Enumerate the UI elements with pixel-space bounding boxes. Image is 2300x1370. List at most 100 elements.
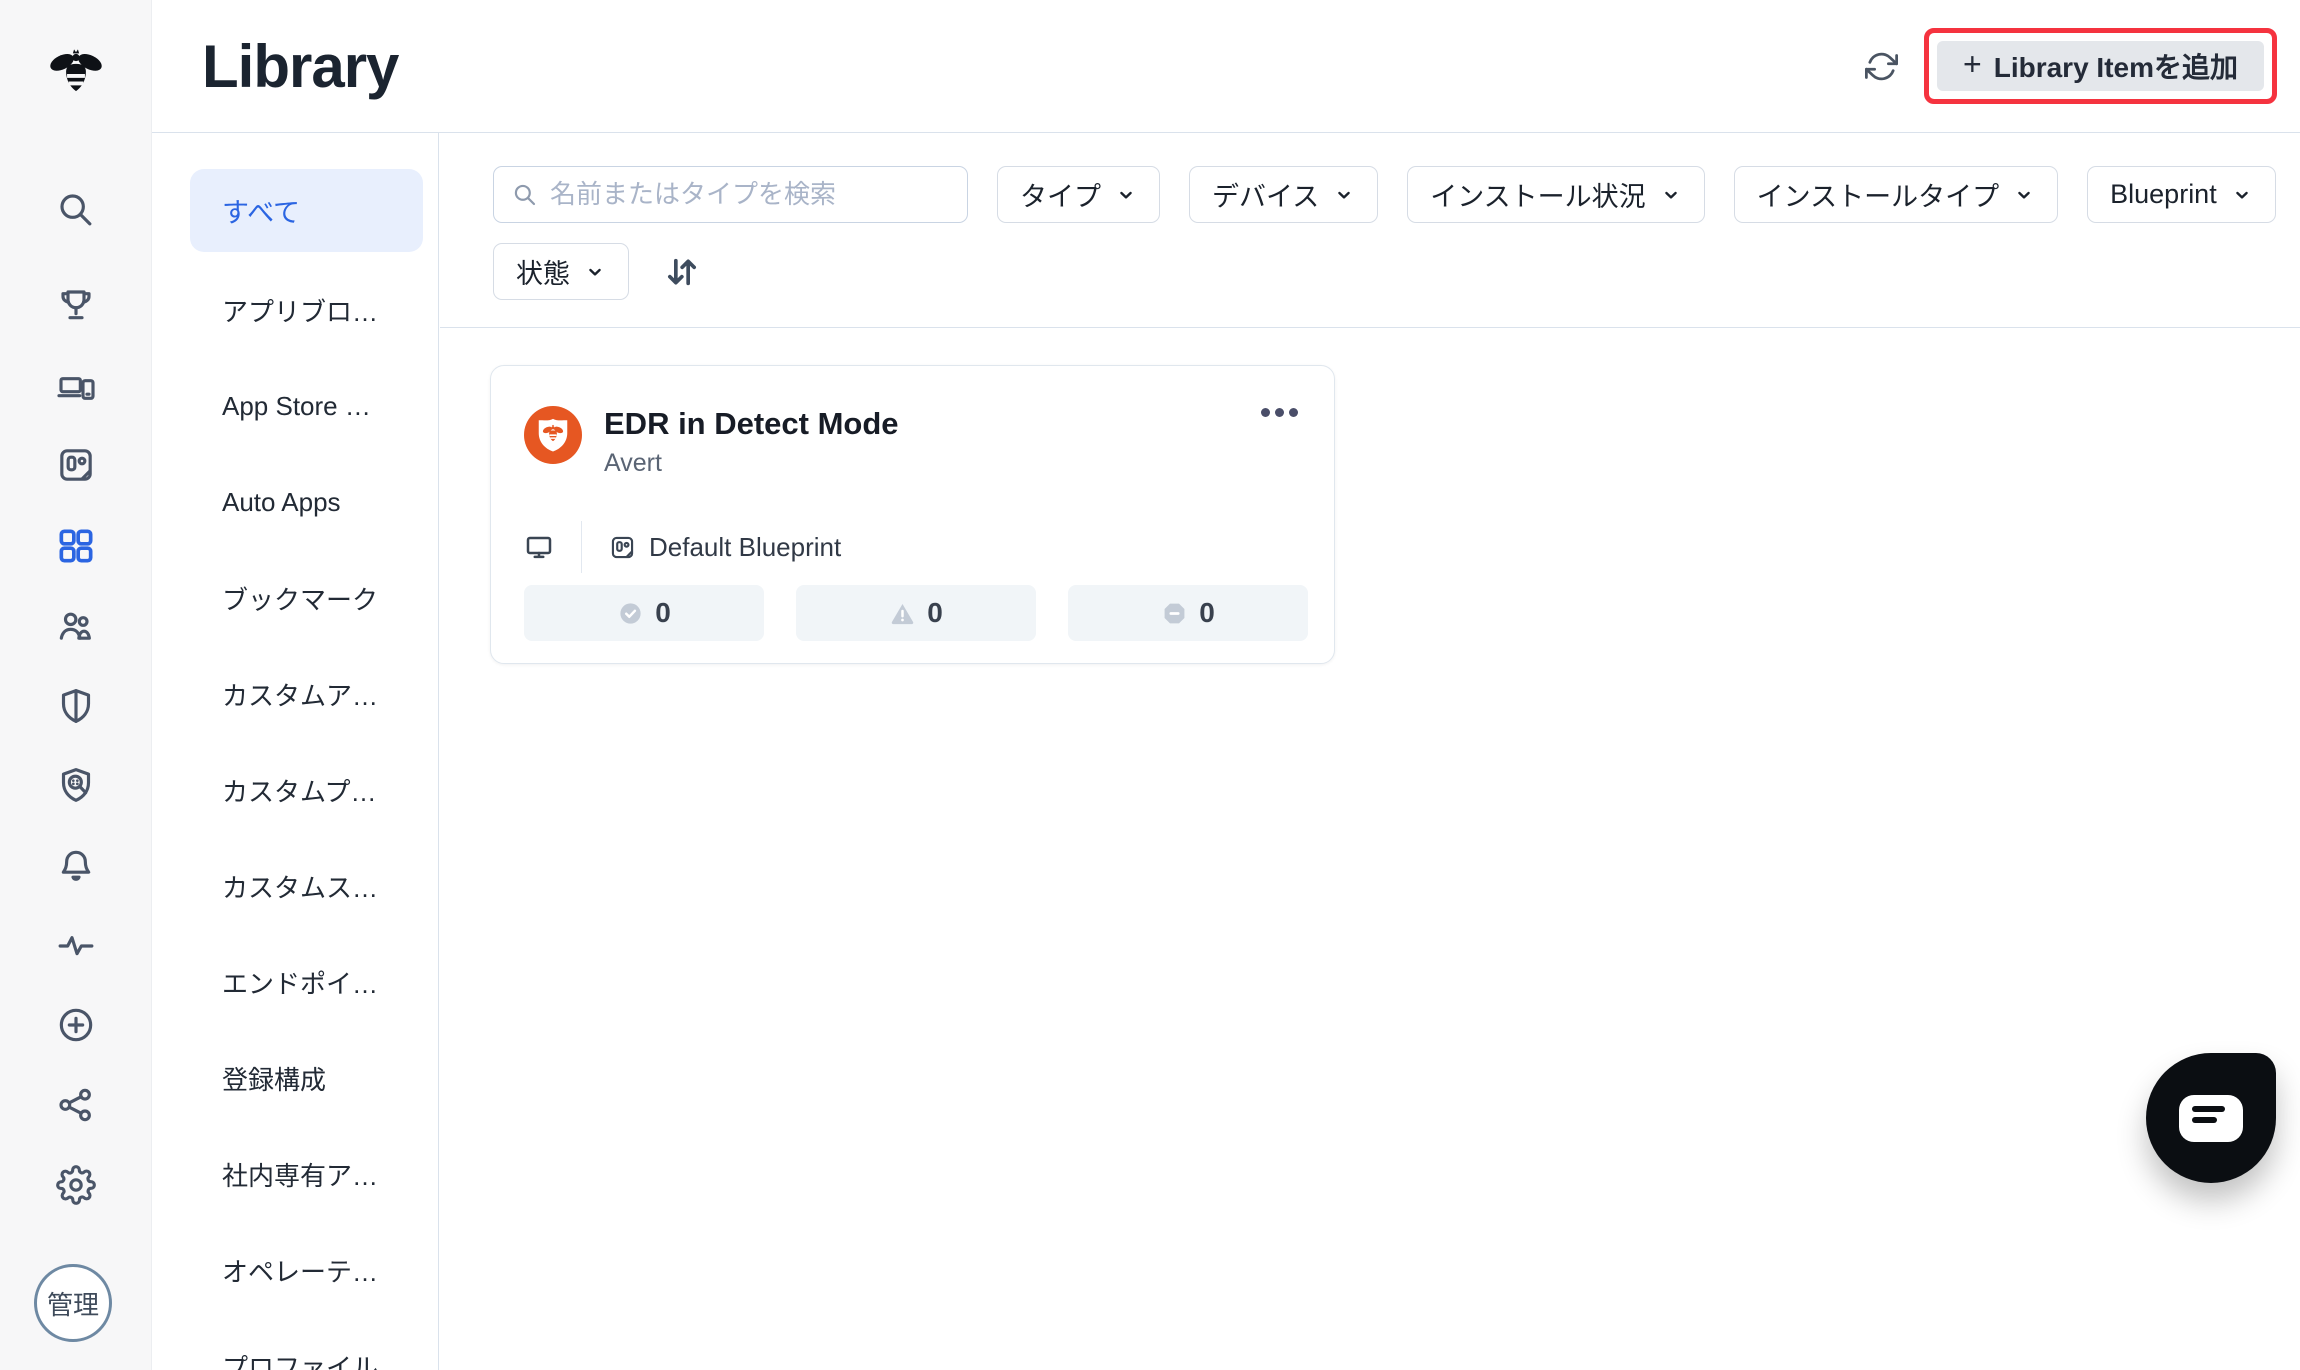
- filter-install-type[interactable]: インストールタイプ: [1733, 166, 2059, 223]
- card-status-pills: 0 0 0: [524, 585, 1308, 641]
- bell-icon: [56, 846, 96, 886]
- sort-button[interactable]: [662, 252, 702, 292]
- devices-icon: [56, 366, 96, 406]
- category-item[interactable]: アプリブロ…: [190, 262, 438, 358]
- sidebar-item-alerts[interactable]: [0, 846, 151, 886]
- shield-scan-icon: [56, 765, 96, 805]
- library-item-card[interactable]: EDR in Detect Mode Avert Default Bluepri…: [490, 365, 1335, 664]
- sidebar-item-add[interactable]: [0, 1005, 151, 1045]
- page-header: Library + Library Itemを追加: [152, 0, 2300, 133]
- category-item[interactable]: カスタムス…: [190, 838, 438, 934]
- refresh-button[interactable]: [1865, 50, 1898, 83]
- chat-launcher-button[interactable]: [2146, 1053, 2276, 1183]
- status-pill-blocked: 0: [1068, 585, 1308, 641]
- filter-blueprint[interactable]: Blueprint: [2087, 166, 2276, 223]
- status-count: 0: [655, 597, 671, 628]
- avert-app-icon: [524, 406, 582, 464]
- minus-octagon-icon: [1161, 600, 1188, 627]
- category-item[interactable]: ブックマーク: [190, 550, 438, 646]
- chevron-down-icon: [1660, 184, 1682, 206]
- sidebar-item-search[interactable]: [0, 190, 151, 230]
- card-more-menu-button[interactable]: [1255, 402, 1304, 423]
- red-annotation-box: + Library Itemを追加: [1924, 28, 2277, 104]
- status-pill-warning: 0: [796, 585, 1036, 641]
- ellipsis-icon: [1261, 408, 1270, 417]
- sort-arrows-icon: [662, 252, 702, 292]
- status-count: 0: [927, 597, 943, 628]
- sidebar-item-library[interactable]: [0, 526, 151, 566]
- filter-install-status-label: インストール状況: [1430, 182, 1646, 212]
- search-icon: [512, 182, 538, 208]
- sidebar-item-security[interactable]: [0, 686, 151, 726]
- chevron-down-icon: [1115, 184, 1137, 206]
- monitor-icon: [524, 532, 554, 562]
- sidebar-item-settings[interactable]: [0, 1165, 151, 1205]
- sidebar-item-achievements[interactable]: [0, 285, 151, 325]
- gear-icon: [56, 1165, 96, 1205]
- library-grid: EDR in Detect Mode Avert Default Bluepri…: [440, 328, 2300, 664]
- warning-triangle-icon: [889, 600, 916, 627]
- category-item-all[interactable]: すべて: [190, 169, 423, 252]
- sidebar-item-devices[interactable]: [0, 366, 151, 406]
- sidebar-item-activity[interactable]: [0, 926, 151, 966]
- vertical-divider: [581, 521, 582, 573]
- main-content: タイプ デバイス インストール状況 インストールタイプ Blueprint: [440, 133, 2300, 1370]
- plus-circle-icon: [56, 1005, 96, 1045]
- category-item[interactable]: App Store …: [190, 358, 438, 454]
- status-count: 0: [1199, 597, 1215, 628]
- category-item[interactable]: カスタムプ…: [190, 742, 438, 838]
- filter-state-label: 状態: [516, 259, 570, 289]
- category-item[interactable]: エンドポイ…: [190, 934, 438, 1030]
- add-library-item-label: Library Itemを追加: [1993, 52, 2238, 83]
- admin-avatar[interactable]: 管理: [34, 1264, 112, 1342]
- blueprint-icon: [609, 534, 636, 561]
- category-item[interactable]: Auto Apps: [190, 454, 438, 550]
- chevron-down-icon: [1333, 184, 1355, 206]
- refresh-icon: [1865, 50, 1898, 83]
- plus-icon: +: [1963, 46, 1982, 82]
- check-circle-icon: [617, 600, 644, 627]
- sidebar-item-blueprints[interactable]: [0, 445, 151, 485]
- status-pill-success: 0: [524, 585, 764, 641]
- category-item[interactable]: 社内専有ア…: [190, 1126, 438, 1222]
- category-list: アプリブロ… App Store … Auto Apps ブックマーク カスタム…: [190, 262, 438, 1370]
- filter-device[interactable]: デバイス: [1189, 166, 1379, 223]
- search-box: [493, 166, 968, 223]
- grid-icon: [56, 526, 96, 566]
- category-sidebar: すべて アプリブロ… App Store … Auto Apps ブックマーク …: [152, 133, 439, 1370]
- card-header: EDR in Detect Mode Avert: [524, 406, 899, 478]
- card-vendor: Avert: [604, 448, 662, 477]
- filter-type[interactable]: タイプ: [997, 166, 1160, 223]
- category-item[interactable]: カスタムア…: [190, 646, 438, 742]
- sidebar-item-users[interactable]: [0, 606, 151, 646]
- chat-bubble-icon: [2179, 1094, 2243, 1142]
- filter-state[interactable]: 状態: [493, 243, 629, 300]
- chevron-down-icon: [584, 261, 606, 283]
- category-item[interactable]: 登録構成: [190, 1030, 438, 1126]
- trophy-icon: [56, 285, 96, 325]
- page-title: Library: [202, 32, 399, 100]
- pulse-icon: [56, 926, 96, 966]
- search-input[interactable]: [550, 179, 949, 210]
- card-title: EDR in Detect Mode: [604, 406, 899, 441]
- filter-blueprint-label: Blueprint: [2110, 179, 2217, 209]
- card-blueprint-row: Default Blueprint: [524, 521, 841, 573]
- filter-toolbar: タイプ デバイス インストール状況 インストールタイプ Blueprint: [440, 133, 2300, 328]
- add-library-item-button[interactable]: + Library Itemを追加: [1937, 41, 2264, 91]
- search-icon: [56, 190, 96, 230]
- sidebar-item-threat-management[interactable]: [0, 765, 151, 805]
- blueprint-label: Default Blueprint: [649, 531, 842, 562]
- kandji-logo[interactable]: [0, 44, 151, 102]
- filter-install-type-label: インストールタイプ: [1756, 182, 2000, 212]
- category-item[interactable]: プロファイル: [190, 1318, 438, 1370]
- bee-icon: [47, 44, 105, 102]
- users-icon: [56, 606, 96, 646]
- category-item[interactable]: オペレーテ…: [190, 1222, 438, 1318]
- sidebar-item-integrations[interactable]: [0, 1085, 151, 1125]
- chevron-down-icon: [2013, 184, 2035, 206]
- icon-rail: 管理: [0, 0, 152, 1370]
- share-nodes-icon: [56, 1085, 96, 1125]
- filter-type-label: タイプ: [1020, 182, 1101, 212]
- filter-install-status[interactable]: インストール状況: [1407, 166, 1705, 223]
- filter-device-label: デバイス: [1212, 182, 1320, 212]
